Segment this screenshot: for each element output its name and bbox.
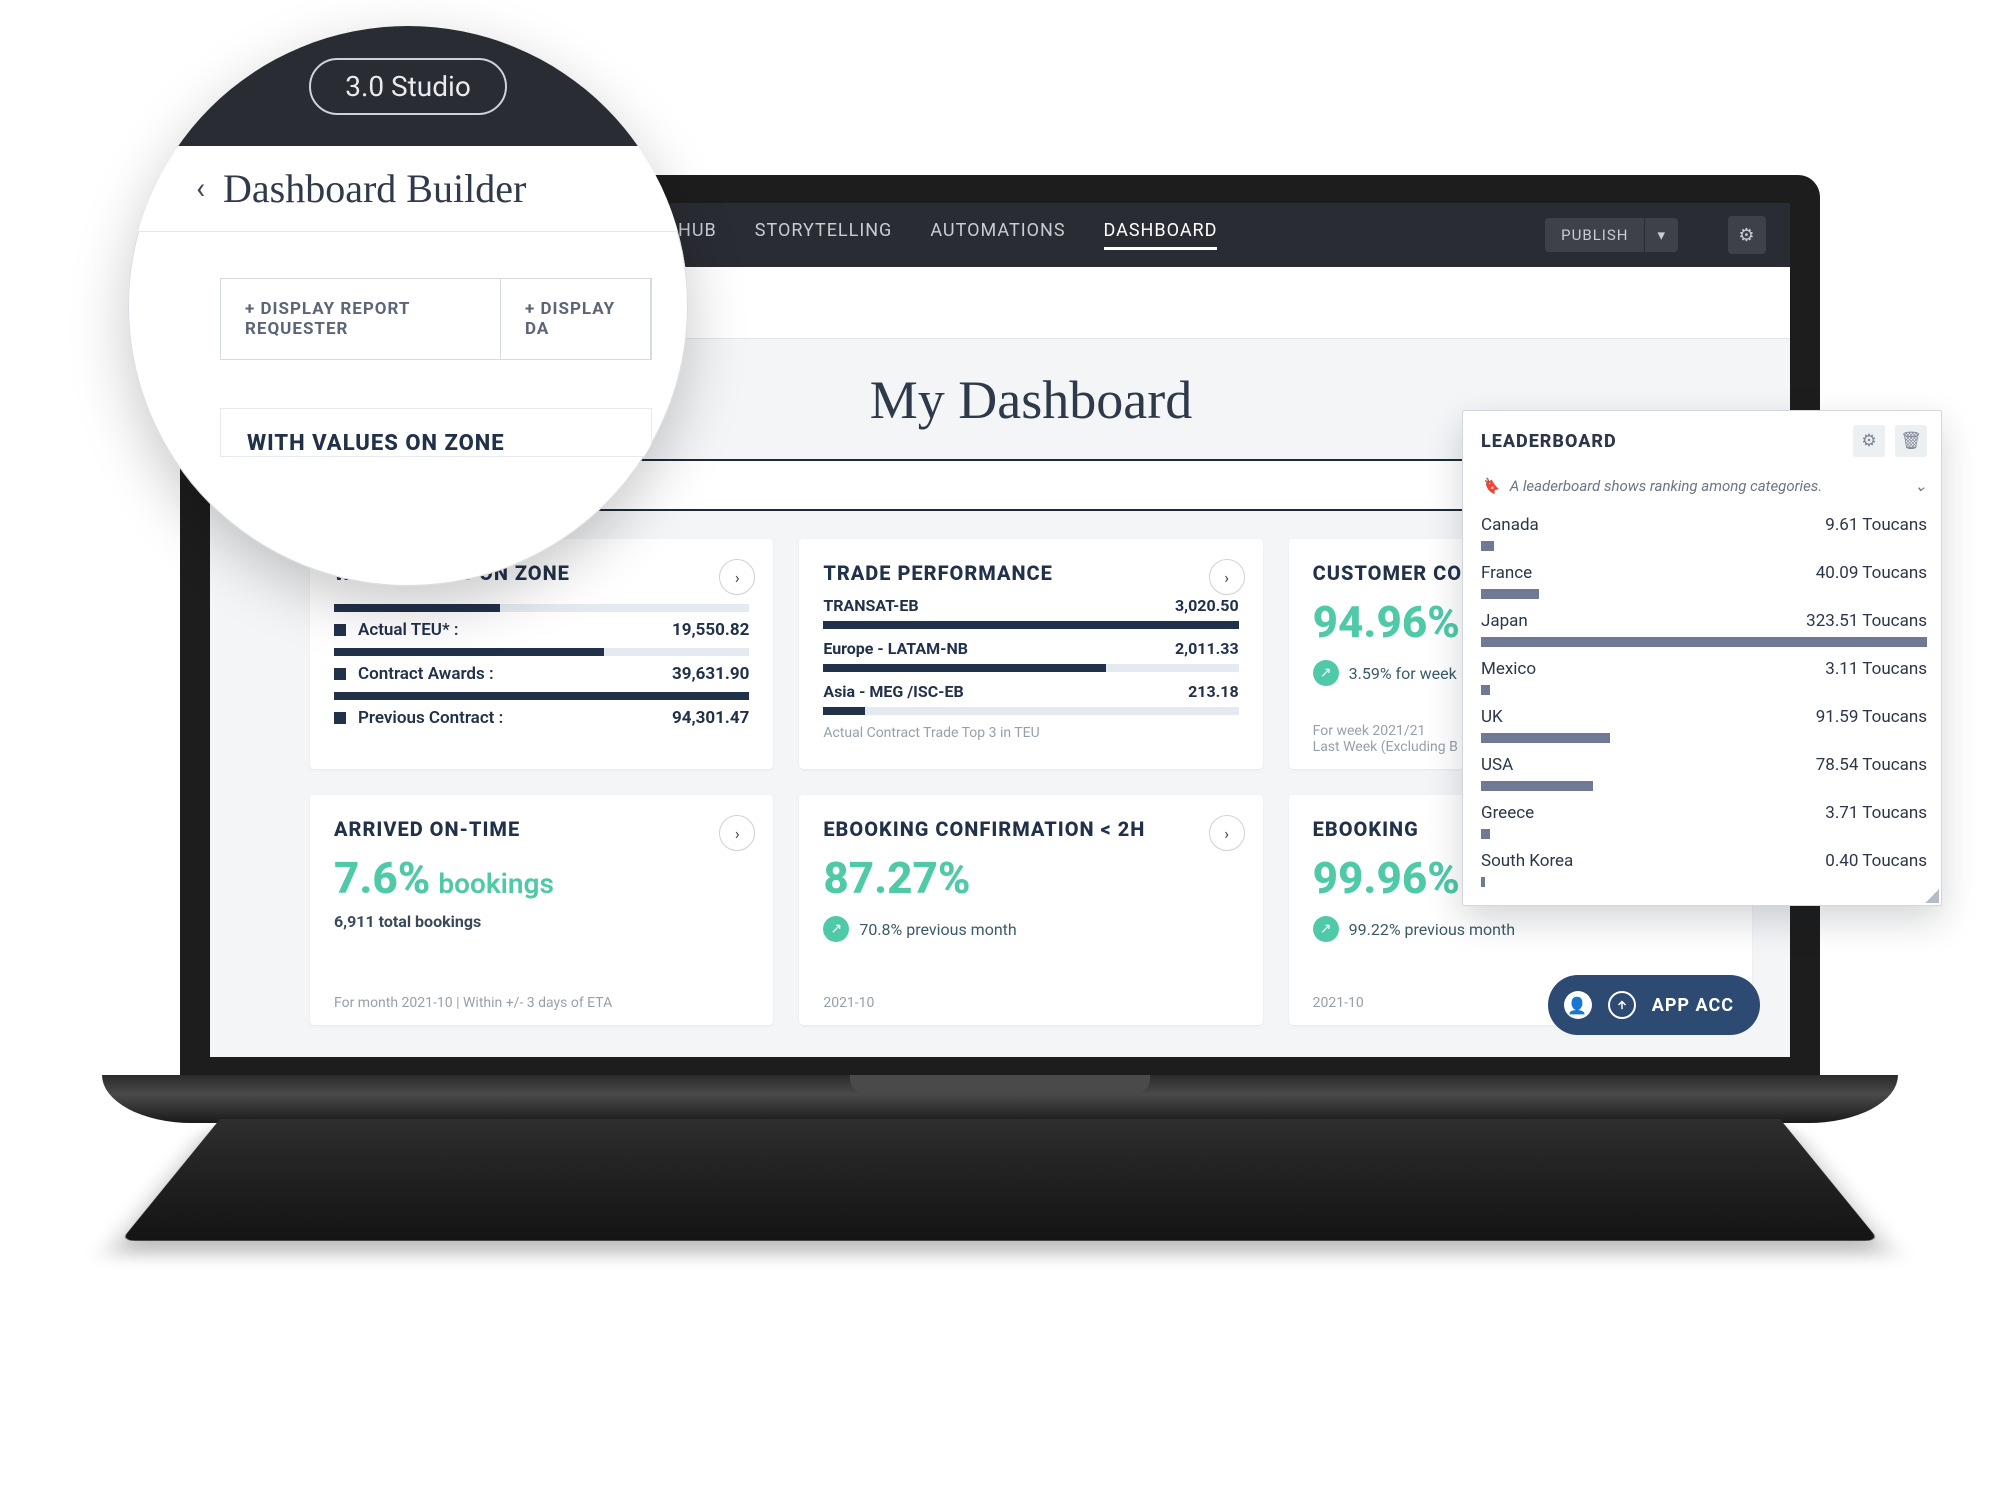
leaderboard-row[interactable]: Canada9.61 Toucans bbox=[1481, 507, 1927, 555]
card-open-button[interactable]: › bbox=[1209, 559, 1245, 595]
chevron-left-icon[interactable]: ‹ bbox=[196, 171, 205, 206]
panel-delete-button[interactable]: 🗑 bbox=[1895, 425, 1927, 457]
card-open-button[interactable]: › bbox=[719, 815, 755, 851]
metric-row: TRANSAT-EB3,020.50 bbox=[823, 596, 1238, 629]
card-trade-performance[interactable]: › TRADE PERFORMANCE TRANSAT-EB3,020.50 Eu… bbox=[799, 539, 1262, 769]
app-access-label: APP ACC bbox=[1652, 995, 1734, 1016]
publish-button[interactable]: PUBLISH ▾ bbox=[1545, 218, 1678, 252]
builder-card[interactable]: WITH VALUES ON ZONE bbox=[220, 408, 652, 457]
card-arrived-on-time[interactable]: › ARRIVED ON-TIME 7.6%bookings 6,911 tot… bbox=[310, 795, 773, 1025]
metric-row: Asia - MEG /ISC-EB213.18 bbox=[823, 682, 1238, 715]
card-footer: For week 2021/21 Last Week (Excluding B bbox=[1313, 723, 1458, 755]
laptop-keyboard bbox=[121, 1119, 1879, 1241]
resize-handle[interactable] bbox=[1925, 889, 1939, 903]
settings-button[interactable]: ⚙ bbox=[1728, 216, 1766, 254]
leaderboard-list: Canada9.61 ToucansFrance40.09 ToucansJap… bbox=[1463, 507, 1941, 905]
card-title: WITH VALUES ON ZONE bbox=[247, 431, 625, 456]
metric-row: Contract Awards :39,631.90 bbox=[334, 664, 749, 684]
upload-icon bbox=[1608, 991, 1636, 1019]
metric-row: Previous Contract :94,301.47 bbox=[334, 708, 749, 728]
card-ebooking-2h[interactable]: › EBOOKING CONFIRMATION < 2H 87.27% ↗ 70… bbox=[799, 795, 1262, 1025]
tab-dashboard[interactable]: DASHBOARD bbox=[1104, 220, 1218, 250]
gear-icon: ⚙ bbox=[1861, 431, 1876, 451]
bookmark-icon: 🔖 bbox=[1481, 477, 1500, 495]
leaderboard-subtitle[interactable]: 🔖 A leaderboard shows ranking among cate… bbox=[1463, 469, 1941, 507]
builder-tab[interactable]: + DISPLAY REPORT REQUESTER bbox=[221, 279, 501, 359]
magnifier-topbar: 3.0 Studio bbox=[128, 26, 688, 146]
metric-row: Europe - LATAM-NB2,011.33 bbox=[823, 639, 1238, 672]
card-caption: Actual Contract Trade Top 3 in TEU bbox=[823, 725, 1238, 741]
magnifier-subheader: ‹ Dashboard Builder bbox=[128, 146, 688, 232]
studio-pill[interactable]: 3.0 Studio bbox=[309, 58, 507, 115]
gear-icon: ⚙ bbox=[1738, 225, 1755, 246]
card-title: ARRIVED ON-TIME bbox=[334, 817, 749, 842]
chevron-down-icon[interactable]: ▾ bbox=[1645, 218, 1678, 252]
card-trend: ↗ 99.22% previous month bbox=[1313, 916, 1515, 942]
leaderboard-header: LEADERBOARD ⚙ 🗑 bbox=[1463, 411, 1941, 469]
topbar-tabs: DATAHUBSTORYTELLINGAUTOMATIONSDASHBOARD bbox=[630, 220, 1217, 250]
publish-label: PUBLISH bbox=[1545, 218, 1645, 252]
magnifier-lens: 3.0 Studio ‹ Dashboard Builder + DISPLAY… bbox=[128, 26, 688, 586]
card-metric: 7.6%bookings bbox=[334, 852, 749, 904]
chevron-down-icon[interactable]: ⌄ bbox=[1914, 477, 1927, 495]
trend-up-icon: ↗ bbox=[1313, 916, 1339, 942]
leaderboard-row[interactable]: South Korea0.40 Toucans bbox=[1481, 843, 1927, 891]
card-footer: For month 2021-10 | Within +/- 3 days of… bbox=[334, 995, 612, 1011]
user-icon: 👤 bbox=[1564, 991, 1592, 1019]
leaderboard-row[interactable]: Japan323.51 Toucans bbox=[1481, 603, 1927, 651]
leaderboard-row[interactable]: USA78.54 Toucans bbox=[1481, 747, 1927, 795]
tab-automations[interactable]: AUTOMATIONS bbox=[930, 220, 1065, 250]
card-title: TRADE PERFORMANCE bbox=[823, 561, 1238, 586]
card-metric: 87.27% bbox=[823, 852, 1238, 904]
leaderboard-row[interactable]: UK91.59 Toucans bbox=[1481, 699, 1927, 747]
card-trend: ↗ 3.59% for week bbox=[1313, 660, 1457, 686]
trend-up-icon: ↗ bbox=[1313, 660, 1339, 686]
leaderboard-row[interactable]: Mexico3.11 Toucans bbox=[1481, 651, 1927, 699]
laptop-hinge bbox=[102, 1075, 1898, 1123]
metric-row: Actual TEU* :19,550.82 bbox=[334, 620, 749, 640]
page-breadcrumb: Dashboard Builder bbox=[223, 165, 526, 212]
trash-icon: 🗑 bbox=[1900, 431, 1922, 451]
leaderboard-title: LEADERBOARD bbox=[1481, 431, 1617, 452]
app-access-button[interactable]: 👤 APP ACC bbox=[1548, 975, 1760, 1035]
card-title: EBOOKING CONFIRMATION < 2H bbox=[823, 817, 1238, 842]
card-sub: 6,911 total bookings bbox=[334, 912, 749, 931]
leaderboard-panel[interactable]: LEADERBOARD ⚙ 🗑 🔖 A leaderboard shows ra… bbox=[1462, 410, 1942, 906]
trend-up-icon: ↗ bbox=[823, 916, 849, 942]
leaderboard-row[interactable]: Greece3.71 Toucans bbox=[1481, 795, 1927, 843]
card-footer: 2021-10 bbox=[823, 995, 874, 1011]
card-open-button[interactable]: › bbox=[1209, 815, 1245, 851]
builder-tab[interactable]: + DISPLAY DA bbox=[501, 279, 651, 359]
card-footer: 2021-10 bbox=[1313, 995, 1364, 1011]
builder-tabs: + DISPLAY REPORT REQUESTER+ DISPLAY DA bbox=[220, 278, 652, 360]
tab-storytelling[interactable]: STORYTELLING bbox=[755, 220, 893, 250]
panel-settings-button[interactable]: ⚙ bbox=[1853, 425, 1885, 457]
leaderboard-row[interactable]: France40.09 Toucans bbox=[1481, 555, 1927, 603]
card-open-button[interactable]: › bbox=[719, 559, 755, 595]
card-trend: ↗ 70.8% previous month bbox=[823, 916, 1016, 942]
